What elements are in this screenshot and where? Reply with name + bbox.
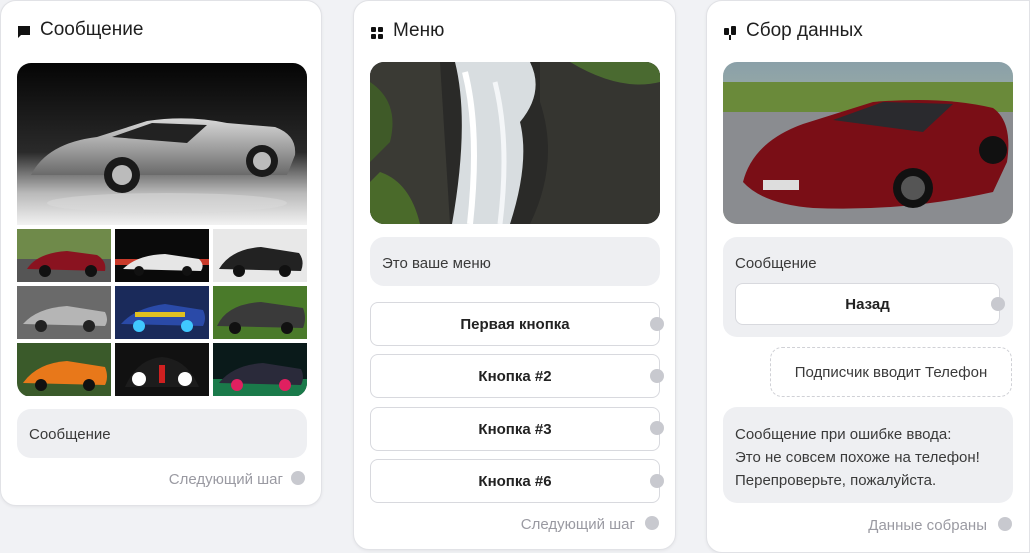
message-bubble[interactable]: Сообщение: [17, 409, 307, 458]
data-card-title: Сбор данных: [746, 20, 863, 41]
thumbnail: [213, 343, 307, 396]
error-line-2: Это не совсем похоже на телефон!: [735, 449, 980, 466]
data-collection-card[interactable]: Сбор данных Сообщение Назад Подписчик вв…: [706, 0, 1030, 553]
back-button[interactable]: Назад: [735, 283, 1000, 325]
menu-button-1-connector[interactable]: [650, 317, 664, 331]
error-line-1: Сообщение при ошибке ввода:: [735, 426, 952, 443]
back-button-connector[interactable]: [991, 297, 1005, 311]
message-bubble-text: Сообщение: [29, 426, 111, 443]
data-icon: [723, 24, 737, 40]
thumbnail: [115, 229, 209, 282]
menu-button-2[interactable]: Кнопка #2: [370, 354, 660, 398]
menu-bubble[interactable]: Это ваше меню: [370, 237, 660, 286]
data-done-connector[interactable]: [998, 517, 1012, 531]
thumbnail: [213, 286, 307, 339]
menu-card-header: Меню: [370, 20, 444, 42]
data-done-label: Данные собраны: [868, 517, 987, 534]
chat-bubble-icon: [17, 23, 31, 38]
menu-button-2-connector[interactable]: [650, 369, 664, 383]
message-card[interactable]: Сообщение Сообщение Следующий шаг: [0, 0, 322, 506]
menu-card-title: Меню: [393, 20, 445, 41]
next-step-connector[interactable]: [645, 516, 659, 530]
next-step-label: Следующий шаг: [520, 516, 635, 533]
thumbnail: [17, 343, 111, 396]
data-card-header: Сбор данных: [723, 20, 863, 42]
thumbnail: [17, 286, 111, 339]
menu-bubble-text: Это ваше меню: [382, 255, 491, 272]
next-step-label: Следующий шаг: [168, 471, 283, 488]
menu-card[interactable]: Меню Это ваше меню Первая кнопка Кнопка …: [353, 0, 676, 550]
menu-button-3-connector[interactable]: [650, 421, 664, 435]
data-bubble-label: Сообщение: [735, 255, 817, 272]
message-card-title: Сообщение: [40, 19, 144, 40]
thumbnail: [115, 343, 209, 396]
subscriber-input-text: Подписчик вводит Телефон: [794, 363, 988, 381]
menu-button-4[interactable]: Кнопка #6: [370, 459, 660, 503]
subscriber-input-block[interactable]: Подписчик вводит Телефон: [770, 347, 1012, 397]
car-thumbnail-grid: [17, 229, 307, 397]
main-car-image: [17, 63, 307, 225]
thumbnail: [115, 286, 209, 339]
data-message-bubble[interactable]: Сообщение Назад: [723, 237, 1013, 337]
menu-button-3[interactable]: Кнопка #3: [370, 407, 660, 451]
error-line-3: Перепроверьте, пожалуйста.: [735, 472, 937, 489]
menu-button-4-connector[interactable]: [650, 474, 664, 488]
red-car-image: [723, 62, 1013, 224]
waterfall-image: [370, 62, 660, 224]
message-card-header: Сообщение: [17, 19, 143, 41]
error-message-bubble[interactable]: Сообщение при ошибке ввода: Это не совсе…: [723, 407, 1013, 503]
thumbnail: [213, 229, 307, 282]
thumbnail: [17, 229, 111, 282]
next-step-connector[interactable]: [291, 471, 305, 485]
grid-icon: [370, 24, 384, 39]
menu-button-1[interactable]: Первая кнопка: [370, 302, 660, 346]
